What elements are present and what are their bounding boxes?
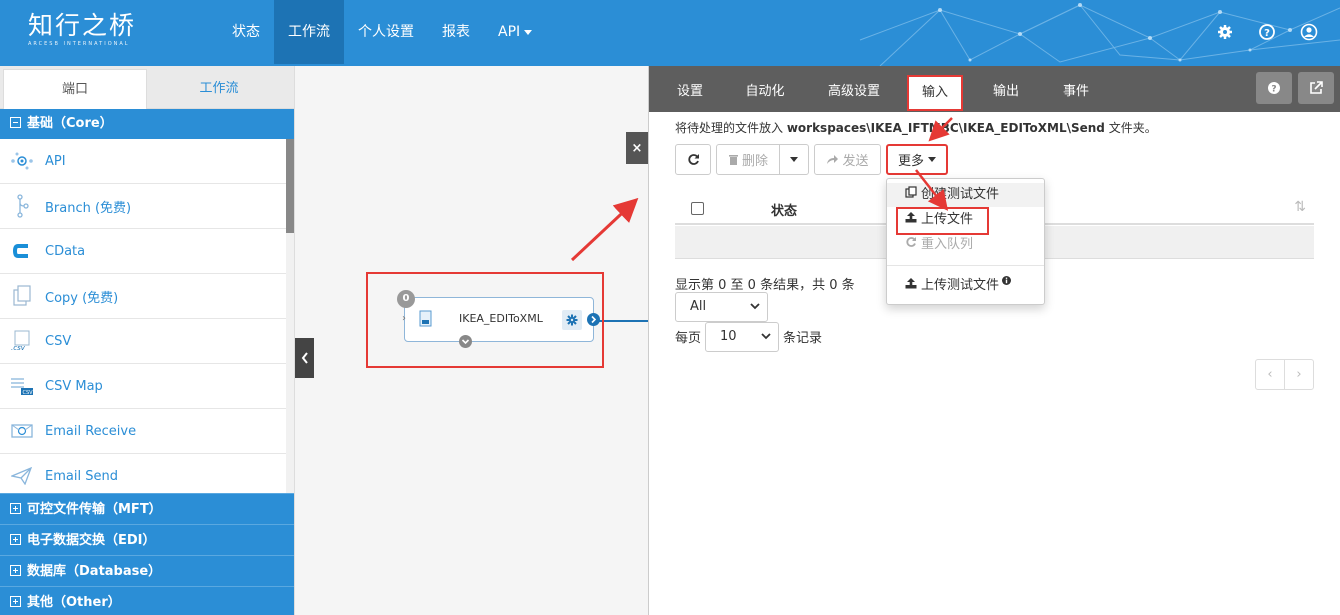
annotation-arrows (570, 117, 953, 262)
arrow-to-input-tab (928, 117, 953, 142)
arrow-to-panel (570, 197, 639, 262)
arrow-to-upload (915, 169, 949, 211)
